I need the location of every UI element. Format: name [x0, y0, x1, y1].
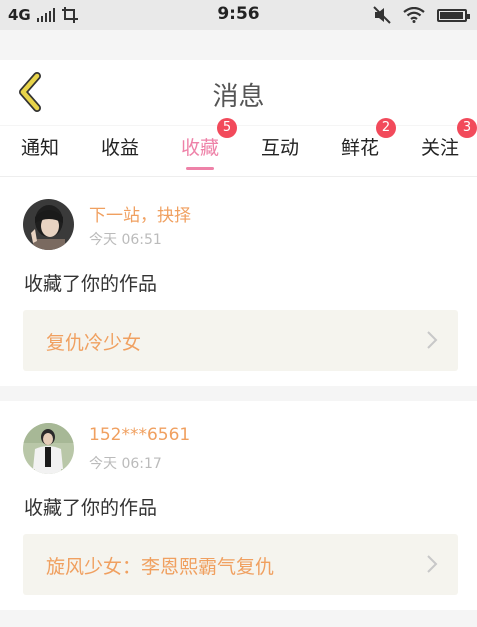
avatar-image [23, 423, 74, 474]
tab-following[interactable]: 关注 3 [400, 118, 477, 176]
timestamp: 今天 06:51 [89, 232, 162, 248]
tab-favorites[interactable]: 收藏 5 [160, 118, 240, 176]
battery-fill [440, 11, 463, 19]
message-card: 152***6561 今天 06:17 收藏了你的作品 旋风少女：李恩熙霸气复仇 [0, 401, 477, 610]
tab-interactions[interactable]: 互动 [240, 126, 320, 176]
action-text: 收藏了你的作品 [24, 273, 158, 295]
work-link[interactable]: 复仇冷少女 [23, 310, 458, 371]
header-bar: 消息 [0, 60, 477, 125]
chevron-right-icon [427, 555, 438, 573]
timestamp: 今天 06:17 [89, 456, 162, 472]
tab-label: 互动 [260, 137, 299, 159]
username[interactable]: 下一站，抉择 [89, 201, 191, 226]
chevron-right-icon [427, 331, 438, 349]
tab-bar: 通知 收益 收藏 5 互动 鲜花 2 关注 3 [0, 118, 477, 177]
page-title: 消息 [212, 82, 265, 112]
status-bar: 4G 9:56 [0, 0, 477, 30]
wifi-icon [403, 7, 425, 23]
action-text: 收藏了你的作品 [24, 497, 158, 519]
tab-badge: 5 [217, 118, 237, 138]
tab-notifications[interactable]: 通知 [0, 126, 80, 176]
tab-label: 关注 [420, 137, 459, 159]
tab-label: 鲜花 [340, 137, 379, 159]
avatar[interactable] [23, 199, 74, 250]
tab-flowers[interactable]: 鲜花 2 [320, 118, 400, 176]
status-right [373, 6, 470, 24]
username[interactable]: 152***6561 [89, 425, 190, 445]
tab-label: 通知 [20, 137, 59, 159]
battery-icon [437, 8, 470, 22]
tab-earnings[interactable]: 收益 [80, 126, 160, 176]
work-title: 旋风少女：李恩熙霸气复仇 [46, 556, 275, 578]
work-title: 复仇冷少女 [46, 332, 142, 354]
message-card: 下一站，抉择 今天 06:51 收藏了你的作品 复仇冷少女 [0, 177, 477, 386]
work-link[interactable]: 旋风少女：李恩熙霸气复仇 [23, 534, 458, 595]
avatar-image [23, 199, 74, 250]
tab-label: 收益 [100, 137, 139, 159]
mute-icon [373, 6, 391, 24]
avatar[interactable] [23, 423, 74, 474]
tab-badge: 2 [376, 118, 396, 138]
tab-badge: 3 [457, 118, 477, 138]
tab-label: 收藏 [180, 137, 219, 159]
